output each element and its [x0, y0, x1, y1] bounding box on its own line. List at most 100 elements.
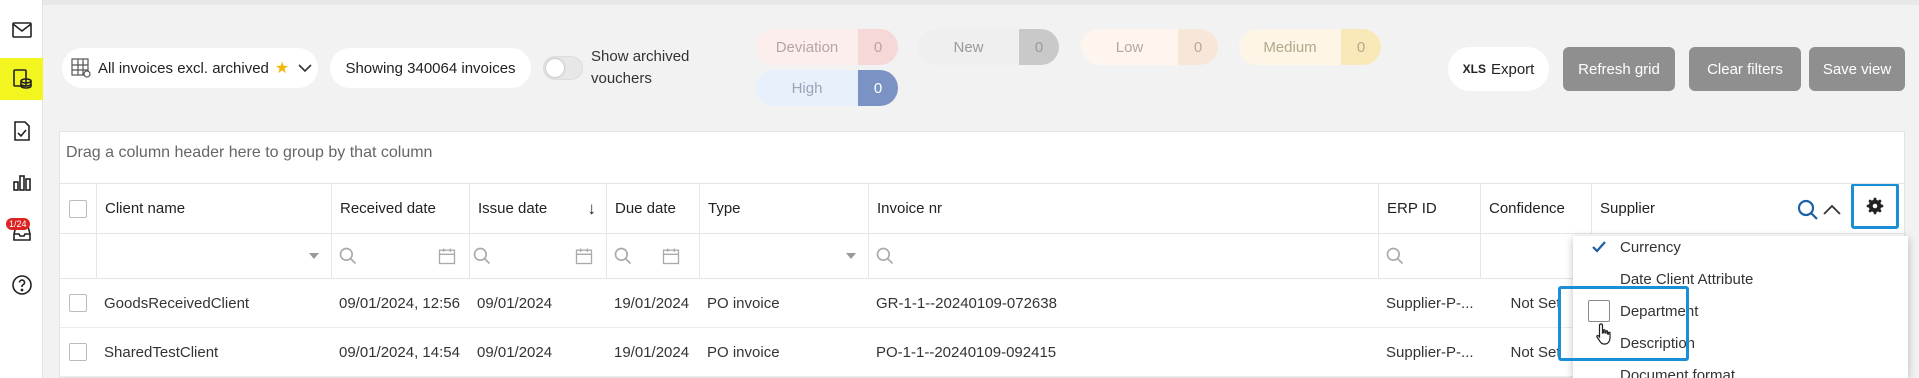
- grid-header-row: Client name Received date Issue date ↓ D…: [60, 184, 1904, 234]
- cell-invoice-nr: GR-1-1--20240109-072638: [876, 294, 1057, 312]
- dropdown-arrow-icon: [846, 253, 856, 259]
- show-archived-toggle[interactable]: [543, 56, 583, 80]
- notification-badge: 1/24: [6, 218, 30, 230]
- cell-issue-date: 09/01/2024: [477, 343, 553, 361]
- invoice-nr-filter[interactable]: [868, 234, 1378, 278]
- filter-chip-deviation[interactable]: Deviation 0: [756, 29, 898, 65]
- filter-chip-medium[interactable]: Medium 0: [1239, 29, 1381, 65]
- sidebar-item-reports[interactable]: [0, 161, 43, 203]
- bar-chart-icon: [12, 175, 31, 191]
- check-icon: [1588, 236, 1610, 258]
- grid-settings-icon: [71, 58, 91, 78]
- cell-type: PO invoice: [707, 343, 780, 361]
- column-header-confidence[interactable]: Confidence: [1480, 184, 1591, 233]
- cell-erp-id: Supplier-P-...: [1386, 294, 1474, 312]
- column-option-document-format[interactable]: Document format: [1588, 362, 1735, 378]
- cell-client-name: GoodsReceivedClient: [104, 294, 250, 312]
- received-date-filter[interactable]: [331, 234, 469, 278]
- filter-chip-high[interactable]: High 0: [756, 70, 898, 106]
- show-archived-label: Show archived vouchers: [591, 48, 690, 87]
- column-option-label: Date Client Attribute: [1620, 270, 1754, 288]
- view-selector[interactable]: All invoices excl. archived ★: [62, 48, 318, 88]
- filter-search-icon: [473, 247, 491, 265]
- column-header-client-name[interactable]: Client name: [96, 184, 331, 233]
- row-checkbox[interactable]: [69, 294, 87, 312]
- chip-count: 0: [858, 70, 898, 106]
- chevron-up-icon[interactable]: [1821, 199, 1843, 221]
- column-header-erp-id[interactable]: ERP ID: [1378, 184, 1480, 233]
- sidebar: 1/24: [0, 0, 43, 378]
- chip-count: 0: [858, 29, 898, 65]
- chip-label: Medium: [1263, 38, 1317, 56]
- help-icon: [11, 275, 32, 295]
- filter-spacer: [60, 234, 96, 278]
- chip-label: Low: [1115, 38, 1144, 56]
- filter-search-icon: [614, 247, 632, 265]
- view-selector-label: All invoices excl. archived: [98, 59, 269, 77]
- invoices-database-icon: [12, 69, 32, 89]
- xls-icon: XLS: [1462, 62, 1486, 76]
- cell-issue-date: 09/01/2024: [477, 294, 553, 312]
- cell-received-date: 09/01/2024, 14:54: [339, 343, 460, 361]
- client-name-filter[interactable]: [96, 234, 331, 278]
- select-all-checkbox[interactable]: [69, 199, 87, 218]
- column-option-label: Document format: [1620, 366, 1736, 378]
- cell-due-date: 19/01/2024: [614, 343, 690, 361]
- cell-invoice-nr: PO-1-1--20240109-092415: [876, 343, 1057, 361]
- select-all-cell: [60, 184, 96, 233]
- column-settings-button[interactable]: [1851, 184, 1899, 229]
- filter-search-icon: [1386, 247, 1404, 265]
- sidebar-item-help[interactable]: [0, 264, 43, 306]
- group-drop-area[interactable]: Drag a column header here to group by th…: [60, 132, 1904, 184]
- invoice-count-text: Showing 340064 invoices: [345, 59, 516, 77]
- cell-received-date: 09/01/2024, 12:56: [339, 294, 460, 312]
- dropdown-arrow-icon: [309, 253, 319, 259]
- due-date-filter[interactable]: [606, 234, 699, 278]
- chip-count: 0: [1341, 29, 1381, 65]
- column-header-invoice-nr[interactable]: Invoice nr: [868, 184, 1378, 233]
- filter-chip-low[interactable]: Low 0: [1081, 29, 1218, 65]
- row-select-cell: [60, 279, 96, 327]
- filter-search-icon: [339, 247, 357, 265]
- calendar-icon[interactable]: [574, 246, 594, 266]
- sidebar-item-invoices[interactable]: [0, 58, 43, 100]
- column-option-currency[interactable]: Currency: [1588, 236, 1681, 260]
- filter-search-icon: [876, 247, 894, 265]
- column-header-received-date[interactable]: Received date: [331, 184, 469, 233]
- checkbox[interactable]: [1588, 364, 1610, 378]
- toggle-knob: [546, 59, 564, 77]
- search-icon[interactable]: [1796, 198, 1820, 222]
- calendar-icon[interactable]: [437, 246, 457, 266]
- column-header-issue-date[interactable]: Issue date ↓: [469, 184, 606, 233]
- row-checkbox[interactable]: [69, 343, 87, 361]
- sidebar-item-mail[interactable]: [0, 9, 43, 51]
- type-filter[interactable]: [699, 234, 868, 278]
- column-header-type[interactable]: Type: [699, 184, 868, 233]
- erp-id-filter[interactable]: [1378, 234, 1480, 278]
- row-select-cell: [60, 328, 96, 376]
- chip-count: 0: [1178, 29, 1218, 65]
- mail-icon: [11, 22, 32, 38]
- refresh-grid-button[interactable]: Refresh grid: [1563, 47, 1675, 91]
- chip-count: 0: [1019, 29, 1059, 65]
- issue-date-filter[interactable]: [469, 234, 606, 278]
- xls-export-label: Export: [1490, 60, 1535, 78]
- xls-export-button[interactable]: XLS Export: [1448, 47, 1549, 91]
- issue-date-label: Issue date: [478, 200, 548, 217]
- chip-label: New: [953, 38, 984, 56]
- gear-icon: [1866, 197, 1884, 215]
- cell-due-date: 19/01/2024: [614, 294, 690, 312]
- sort-descending-icon: ↓: [587, 198, 597, 218]
- sidebar-item-inbox[interactable]: 1/24: [0, 212, 43, 254]
- filter-chip-new[interactable]: New 0: [918, 29, 1059, 65]
- cell-erp-id: Supplier-P-...: [1386, 343, 1474, 361]
- clear-filters-button[interactable]: Clear filters: [1689, 47, 1801, 91]
- cell-type: PO invoice: [707, 294, 780, 312]
- sidebar-item-documents[interactable]: [0, 110, 43, 152]
- star-icon: ★: [274, 60, 290, 77]
- column-header-supplier[interactable]: Supplier: [1591, 184, 1774, 233]
- calendar-icon[interactable]: [661, 246, 681, 266]
- chip-label: Deviation: [775, 38, 839, 56]
- column-header-due-date[interactable]: Due date: [606, 184, 699, 233]
- save-view-button[interactable]: Save view: [1809, 47, 1905, 91]
